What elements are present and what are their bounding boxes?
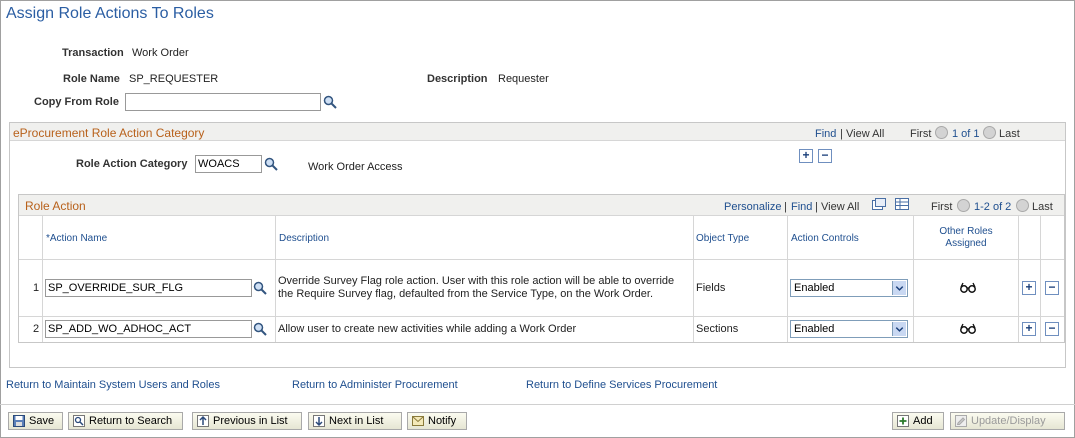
arrow-down-icon	[313, 415, 325, 427]
grid-prev-icon[interactable]	[957, 199, 970, 212]
action-description: Allow user to create new activities whil…	[278, 323, 577, 335]
row-delete-button[interactable]: −	[1045, 322, 1059, 336]
return-define-services-link[interactable]: Return to Define Services Procurement	[526, 379, 717, 391]
grid-find-link[interactable]: Find	[791, 201, 812, 213]
lookup-icon[interactable]	[323, 95, 337, 109]
col-header-action-name[interactable]: *Action Name	[46, 233, 107, 244]
action-description: Override Survey Flag role action. User w…	[278, 275, 675, 300]
col-header-object-type[interactable]: Object Type	[696, 233, 749, 244]
col-divider	[42, 216, 43, 342]
page-title: Assign Role Actions To Roles	[6, 5, 214, 22]
add-button[interactable]: Add	[892, 412, 944, 430]
description-label: Description	[427, 73, 488, 85]
category-first-label: First	[910, 128, 932, 140]
return-to-search-label: Return to Search	[89, 415, 173, 427]
grid-last-label: Last	[1032, 201, 1053, 213]
new-window-icon[interactable]	[872, 198, 886, 210]
return-search-icon	[73, 415, 85, 427]
description-value: Requester	[498, 73, 549, 85]
category-next-icon[interactable]	[983, 126, 996, 139]
category-delete-row-button[interactable]: −	[818, 149, 832, 163]
action-lookup-icon[interactable]	[253, 281, 267, 295]
row-add-button[interactable]: +	[1022, 281, 1036, 295]
chevron-down-icon	[892, 281, 906, 295]
col-divider	[275, 216, 276, 342]
category-lookup-icon[interactable]	[264, 157, 278, 171]
row-add-button[interactable]: +	[1022, 322, 1036, 336]
grid-separator-2: |	[815, 201, 818, 213]
add-label: Add	[913, 415, 933, 427]
col-header-other-roles[interactable]: Other Roles Assigned	[930, 226, 1002, 250]
notify-label: Notify	[428, 415, 457, 427]
update-display-icon	[955, 415, 967, 427]
role-name-label: Role Name	[63, 73, 120, 85]
category-group-title: eProcurement Role Action Category	[13, 126, 205, 140]
grid-view-all-link[interactable]: View All	[821, 201, 859, 213]
role-action-category-description: Work Order Access	[308, 161, 403, 173]
col-divider	[787, 216, 788, 342]
download-grid-icon[interactable]	[895, 198, 909, 210]
category-prev-icon[interactable]	[935, 126, 948, 139]
row-delete-button[interactable]: −	[1045, 281, 1059, 295]
transaction-label: Transaction	[62, 47, 124, 59]
copy-from-role-label: Copy From Role	[34, 96, 119, 108]
category-separator: |	[840, 128, 843, 140]
return-maintain-users-link[interactable]: Return to Maintain System Users and Role…	[6, 379, 220, 391]
return-administer-procurement-link[interactable]: Return to Administer Procurement	[292, 379, 458, 391]
next-in-list-label: Next in List	[329, 415, 384, 427]
personalize-link[interactable]: Personalize	[724, 201, 781, 213]
category-add-row-button[interactable]: +	[799, 149, 813, 163]
action-name-input[interactable]: SP_OVERRIDE_SUR_FLG	[45, 279, 252, 297]
category-find-link[interactable]: Find	[815, 128, 836, 140]
next-in-list-button[interactable]: Next in List	[308, 412, 402, 430]
action-controls-value: Enabled	[794, 323, 835, 335]
action-controls-value: Enabled	[794, 282, 835, 294]
grid-separator-1: |	[784, 201, 787, 213]
col-divider	[693, 216, 694, 342]
add-icon	[897, 415, 909, 427]
transaction-value: Work Order	[132, 47, 189, 59]
return-to-search-button[interactable]: Return to Search	[68, 412, 183, 430]
col-divider	[913, 216, 914, 342]
save-button[interactable]: Save	[8, 412, 63, 430]
role-name-value: SP_REQUESTER	[129, 73, 219, 85]
toolbar-divider	[0, 404, 1075, 405]
previous-in-list-label: Previous in List	[213, 415, 288, 427]
row-divider	[19, 316, 1064, 317]
row-number: 1	[33, 282, 40, 294]
category-range: 1 of 1	[952, 128, 980, 140]
notify-button[interactable]: Notify	[407, 412, 467, 430]
grid-range: 1-2 of 2	[974, 201, 1012, 213]
row-number: 2	[33, 323, 40, 335]
copy-from-role-input[interactable]	[125, 93, 321, 111]
role-action-category-label: Role Action Category	[76, 158, 188, 170]
col-divider	[1040, 216, 1041, 342]
object-type: Sections	[696, 323, 739, 335]
update-display-label: Update/Display	[971, 415, 1046, 427]
category-view-all-link[interactable]: View All	[846, 128, 884, 140]
role-action-grid-title: Role Action	[25, 199, 86, 213]
update-display-button: Update/Display	[950, 412, 1065, 430]
arrow-up-icon	[197, 415, 209, 427]
action-controls-select[interactable]: Enabled	[790, 279, 908, 297]
grid-next-icon[interactable]	[1016, 199, 1029, 212]
action-controls-select[interactable]: Enabled	[790, 320, 908, 338]
action-lookup-icon[interactable]	[253, 322, 267, 336]
grid-first-label: First	[931, 201, 953, 213]
previous-in-list-button[interactable]: Previous in List	[192, 412, 302, 430]
category-last-label: Last	[999, 128, 1020, 140]
object-type: Fields	[696, 282, 726, 294]
col-divider	[1018, 216, 1019, 342]
save-icon	[13, 415, 25, 427]
view-other-roles-icon[interactable]	[960, 282, 976, 294]
save-label: Save	[29, 415, 55, 427]
grid-column-header-row	[19, 216, 1064, 260]
action-name-input[interactable]: SP_ADD_WO_ADHOC_ACT	[45, 320, 252, 338]
notify-icon	[412, 416, 424, 426]
col-header-action-controls[interactable]: Action Controls	[791, 233, 859, 244]
chevron-down-icon	[892, 322, 906, 336]
col-header-description[interactable]: Description	[279, 233, 329, 244]
role-action-category-input[interactable]: WOACS	[195, 155, 262, 173]
view-other-roles-icon[interactable]	[960, 323, 976, 335]
